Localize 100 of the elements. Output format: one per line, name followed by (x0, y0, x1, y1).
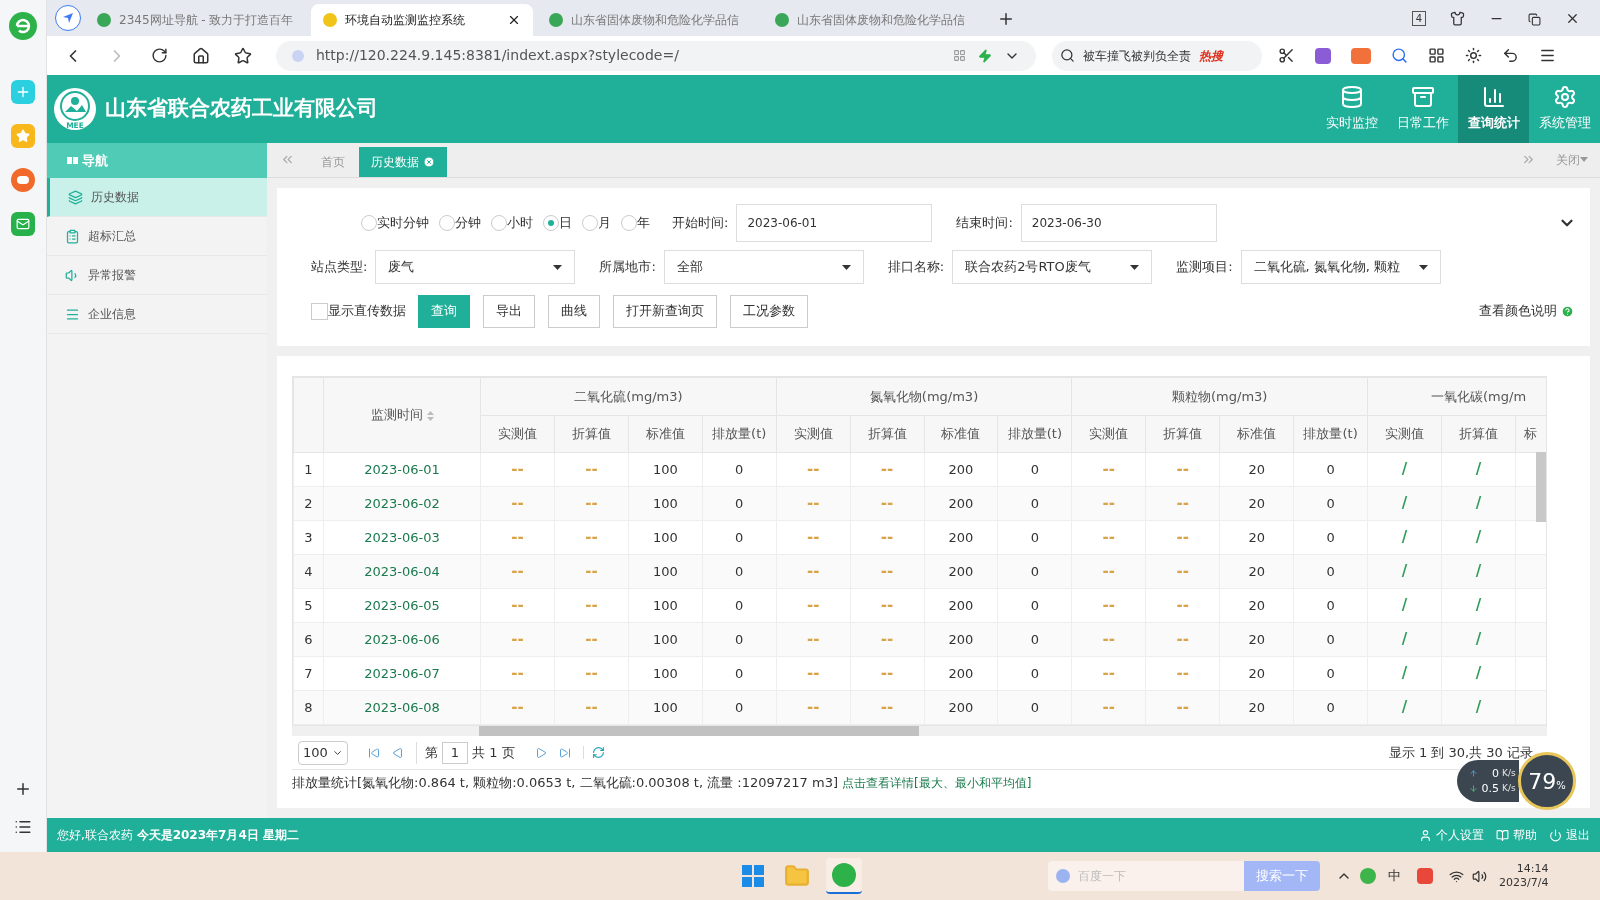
sidebar-item[interactable]: 超标汇总 (47, 217, 267, 256)
bookmark-star-icon[interactable] (234, 46, 252, 65)
close-icon[interactable] (1565, 11, 1580, 26)
list-icon[interactable] (14, 818, 32, 836)
restore-icon[interactable] (1528, 13, 1541, 26)
search-icon[interactable] (1391, 47, 1408, 64)
table-cell: -- (850, 452, 925, 487)
toolbar-button[interactable]: 工况参数 (730, 294, 808, 328)
next-page-icon[interactable] (534, 746, 547, 759)
table-cell: 0 (702, 690, 777, 725)
new-tab-icon[interactable] (997, 10, 1015, 28)
network-icon[interactable] (1449, 868, 1464, 884)
address-field[interactable]: http://120.224.9.145:8381/indext.aspx?stylecode=/ (276, 40, 1036, 71)
vertical-scrollbar[interactable] (1536, 452, 1546, 522)
horizontal-scrollbar[interactable] (479, 726, 919, 736)
table-cell: -- (554, 486, 629, 521)
column-header: 折算值 (850, 415, 925, 453)
network-speed-widget[interactable]: 0 K/s 0.5 K/s (1457, 760, 1519, 802)
time-cell: 2023-06-06 (323, 622, 481, 657)
table-cell: 200 (924, 520, 998, 555)
period-radio[interactable]: 分钟 (439, 213, 481, 233)
volume-icon[interactable] (1472, 868, 1487, 884)
table-cell: / (1441, 554, 1516, 589)
column-header[interactable]: 监测时间 (323, 377, 481, 453)
caret-icon (841, 264, 851, 270)
column-header: 排放量(t) (1293, 415, 1368, 453)
table-cell: 200 (924, 486, 998, 521)
period-radio[interactable]: 日 (543, 213, 572, 233)
table-cell: 0 (1293, 690, 1368, 725)
first-page-icon[interactable] (368, 746, 380, 759)
table-cell: -- (1145, 588, 1220, 623)
table-cell: -- (480, 520, 555, 555)
table-cell: 100 (628, 554, 703, 589)
table-cell: -- (850, 690, 925, 725)
menu-icon[interactable] (1539, 47, 1556, 64)
undo-icon[interactable] (1502, 47, 1519, 64)
prev-page-icon[interactable] (392, 746, 404, 759)
apps-icon[interactable] (1428, 47, 1445, 64)
browser-tab[interactable]: 山东省固体废物和危险化学品信 (537, 4, 759, 36)
windows-start-icon[interactable] (742, 865, 764, 887)
color-help-link[interactable]: 查看颜色说明 (1479, 301, 1574, 321)
tab-count[interactable]: 4 (1411, 11, 1426, 26)
eye-tile-icon[interactable] (11, 168, 35, 192)
table-cell: 0 (702, 588, 777, 623)
reload-icon[interactable] (151, 47, 168, 64)
table-cell: -- (850, 622, 925, 657)
top-menu-item[interactable]: 查询统计 (1458, 75, 1529, 143)
table-cell: -- (1145, 452, 1220, 487)
emission-stats: 排放量统计[氮氧化物:0.864 t, 颗粒物:0.0653 t, 二氧化硫:0.00308 t, 流量 :12097217 m3] (292, 774, 838, 793)
search-field[interactable]: 被车撞飞被判负全责 热搜 (1052, 40, 1262, 71)
download-arrow-icon (1469, 784, 1478, 793)
close-icon[interactable] (507, 13, 521, 27)
app-tile-icon[interactable] (11, 80, 35, 104)
date-field[interactable]: 2023-06-01 (736, 204, 933, 242)
star-tile-icon[interactable] (11, 124, 35, 148)
toolbar-button[interactable]: 曲线 (548, 294, 600, 328)
details-link[interactable]: 点击查看详情[最大、最小和平均值] (842, 774, 1032, 792)
sidebar-item[interactable]: 企业信息 (47, 295, 267, 334)
database-icon (1339, 85, 1364, 110)
select-field[interactable]: 废气 (375, 250, 576, 284)
browser-tab[interactable]: 山东省固体废物和危险化学品信 (763, 4, 985, 36)
browser-tab[interactable]: 2345网址导航 - 致力于打造百年 (85, 4, 307, 36)
home-icon[interactable] (192, 46, 210, 65)
mail-tile-icon[interactable] (11, 212, 35, 236)
table-cell: -- (480, 554, 555, 589)
toolbar-button[interactable]: 打开新查询页 (613, 294, 717, 328)
browser-logo-icon[interactable] (9, 12, 37, 40)
add-icon[interactable] (14, 780, 32, 798)
period-radio[interactable]: 年 (621, 213, 650, 233)
grid-icon[interactable] (953, 49, 966, 62)
field-label: 所属地市: (599, 258, 656, 277)
page-field[interactable]: 1 (442, 741, 468, 764)
date-field[interactable]: 2023-06-30 (1020, 204, 1217, 242)
shirt-icon[interactable] (1450, 11, 1465, 26)
brightness-icon[interactable] (1465, 47, 1482, 64)
toolbar-button[interactable]: 导出 (483, 294, 535, 328)
taskbar-clock[interactable]: 14:14 2023/7/4 (1499, 862, 1549, 890)
page-size-select[interactable]: 100 (298, 740, 348, 765)
group-header: 氮氧化物(mg/m3) (776, 377, 1072, 416)
table-cell: -- (1071, 622, 1146, 657)
table-cell: 200 (924, 690, 998, 725)
raw-data-checkbox[interactable]: 显示直传数据 (311, 301, 406, 321)
select-field[interactable]: 二氧化硫, 氮氧化物, 颗粒 (1240, 250, 1441, 284)
sidebar-item[interactable]: 异常报警 (47, 256, 267, 295)
lightning-icon[interactable] (978, 48, 992, 63)
select-field[interactable]: 全部 (663, 250, 864, 284)
period-radio[interactable]: 实时分钟 (361, 213, 429, 233)
scissors-icon[interactable] (1278, 47, 1295, 64)
table-cell: 100 (628, 622, 703, 657)
last-page-icon[interactable] (558, 746, 571, 759)
period-radio[interactable]: 月 (582, 213, 611, 233)
table-cell: / (1367, 486, 1442, 521)
select-field[interactable]: 联合农药2号RTO废气 (952, 250, 1153, 284)
ime-indicator[interactable]: 中 (1388, 866, 1401, 886)
browser-tab[interactable]: 环境自动监测监控系统 (311, 4, 533, 36)
period-radio[interactable]: 小时 (491, 213, 533, 233)
navigation-icon[interactable] (55, 5, 81, 31)
refresh-icon[interactable] (582, 746, 605, 759)
table-cell: 0 (997, 554, 1072, 589)
sidebar-item[interactable]: 历史数据 (47, 178, 267, 217)
